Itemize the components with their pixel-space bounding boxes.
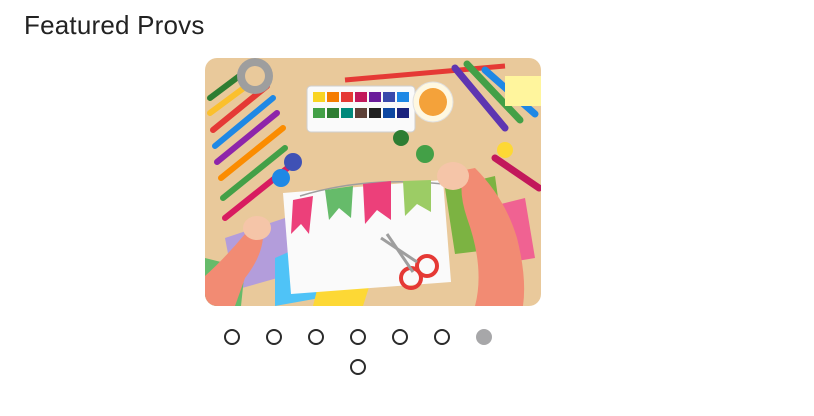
carousel-dot-5[interactable] — [392, 329, 408, 345]
carousel-dot-3[interactable] — [308, 329, 324, 345]
featured-carousel — [0, 0, 814, 416]
carousel-dot-8[interactable] — [350, 359, 366, 375]
carousel-dot-6[interactable] — [434, 329, 450, 345]
carousel-dot-2[interactable] — [266, 329, 282, 345]
carousel-dot-1[interactable] — [224, 329, 240, 345]
carousel-dot-7[interactable] — [476, 329, 492, 345]
carousel-pagination — [0, 0, 814, 416]
carousel-dot-4[interactable] — [350, 329, 366, 345]
